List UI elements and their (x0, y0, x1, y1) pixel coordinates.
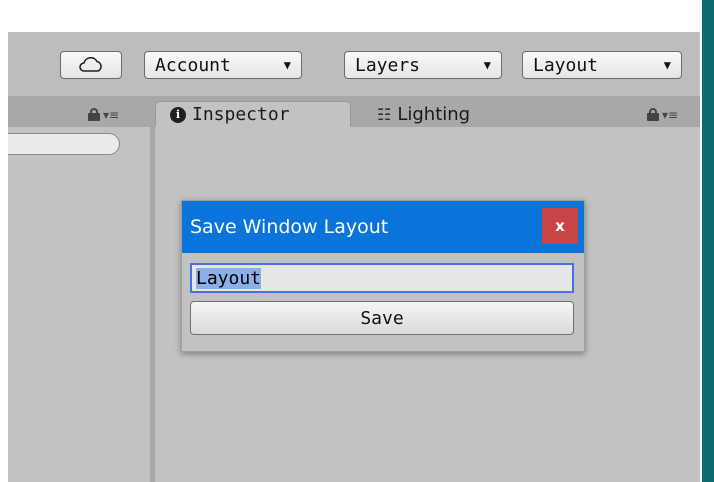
left-panel-controls: ▾≡ (88, 107, 119, 121)
save-button-label: Save (360, 307, 404, 329)
search-field[interactable] (8, 133, 120, 155)
layout-label: Layout (533, 54, 599, 76)
layout-name-input[interactable]: Layout (190, 263, 574, 293)
layout-name-value: Layout (196, 267, 262, 289)
dialog-title: Save Window Layout (190, 216, 389, 238)
accent-bar (702, 0, 714, 482)
right-tab-bar: i Inspector ☷ Lighting ▾≡ (155, 97, 700, 127)
sliders-icon: ☷ (377, 104, 392, 124)
save-layout-dialog: Save Window Layout x Layout Save (181, 200, 585, 352)
toolbar: Account ▼ Layers ▼ Layout ▼ (8, 32, 700, 97)
save-button[interactable]: Save (190, 301, 574, 335)
cloud-button[interactable] (60, 51, 122, 79)
lock-icon[interactable] (88, 108, 100, 121)
hierarchy-panel: ▾≡ (8, 97, 150, 482)
tab-lighting[interactable]: ☷ Lighting (373, 101, 533, 127)
close-icon: x (555, 217, 565, 235)
left-tab-bar: ▾≡ (8, 97, 150, 127)
dialog-titlebar[interactable]: Save Window Layout x (182, 201, 584, 253)
account-label: Account (155, 54, 231, 76)
cloud-icon (79, 57, 102, 72)
caret-down-icon: ▼ (283, 58, 291, 72)
lock-icon[interactable] (647, 108, 659, 121)
layers-dropdown[interactable]: Layers ▼ (344, 51, 502, 79)
right-panel-controls: ▾≡ (647, 107, 678, 121)
layout-dropdown[interactable]: Layout ▼ (522, 51, 682, 79)
menu-icon[interactable]: ▾≡ (103, 109, 119, 121)
caret-down-icon: ▼ (663, 58, 671, 72)
close-button[interactable]: x (542, 208, 578, 244)
tab-lighting-label: Lighting (397, 103, 471, 125)
layers-label: Layers (355, 54, 421, 76)
tab-inspector[interactable]: i Inspector (155, 101, 351, 127)
account-dropdown[interactable]: Account ▼ (144, 51, 302, 79)
menu-icon[interactable]: ▾≡ (662, 109, 678, 121)
caret-down-icon: ▼ (483, 58, 491, 72)
tab-inspector-label: Inspector (192, 104, 290, 125)
info-icon: i (170, 106, 186, 123)
